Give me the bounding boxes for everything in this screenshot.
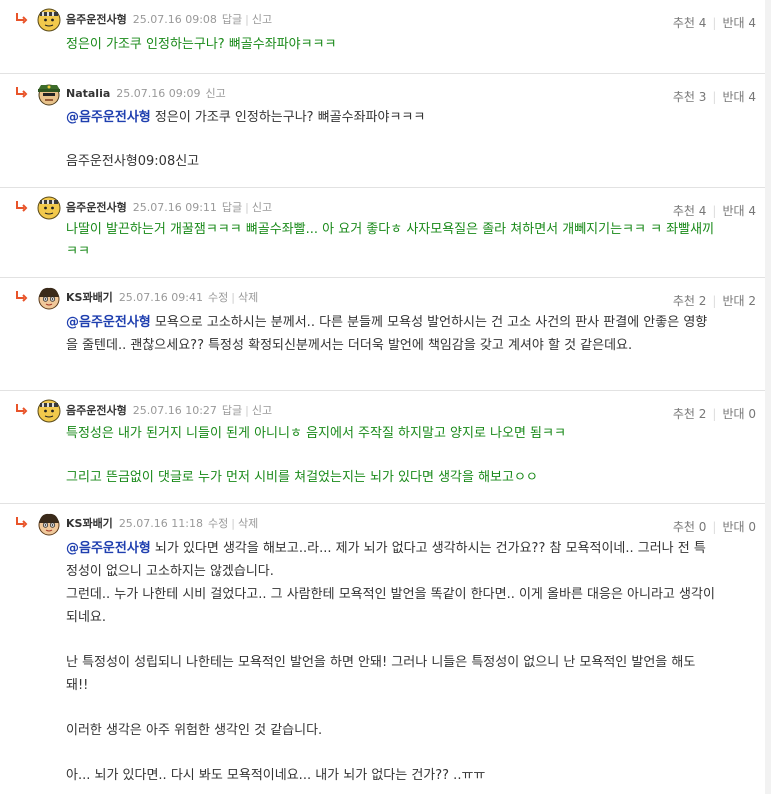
- reply-arrow-icon: [16, 291, 28, 302]
- reply-link[interactable]: 답글: [222, 201, 242, 214]
- scrollbar[interactable]: [765, 0, 771, 794]
- comment-text: 아... 뇌가 있다면.. 다시 봐도 모욕적이네요... 내가 뇌가 없다는 …: [66, 768, 486, 783]
- downvote-count: 2: [748, 294, 756, 308]
- soldier-avatar-icon: [38, 84, 60, 106]
- comment-text: 뇌가 있다면 생각을 해보고..라... 제가 뇌가 없다고 생각하시는 건가요…: [66, 541, 715, 625]
- gamer-avatar-icon: [38, 513, 60, 536]
- reply-arrow-icon: [16, 404, 28, 415]
- upvote-button[interactable]: 추천 4: [673, 204, 707, 218]
- mention-link[interactable]: @음주운전사형: [66, 541, 151, 556]
- mention-link[interactable]: @음주운전사형: [66, 110, 151, 125]
- downvote-count: 4: [748, 204, 756, 218]
- comment-body: @음주운전사형 뇌가 있다면 생각을 해보고..라... 제가 뇌가 없다고 생…: [66, 537, 716, 787]
- reply-arrow-icon: [16, 201, 28, 212]
- comment-text: 난 특정성이 성립되니 나한테는 모욕적인 발언을 하면 안돼! 그러나 니들은…: [66, 655, 696, 693]
- comment-text: 그리고 뜬금없이 댓글로 누가 먼저 시비를 쳐걸었는지는 뇌가 있다면 생각을…: [66, 470, 538, 485]
- downvote-button[interactable]: 반대 2: [722, 294, 756, 308]
- comment-text: 특정성은 내가 된거지 니들이 된게 아니니ㅎ 음지에서 주작질 하지말고 양지…: [66, 426, 566, 441]
- vote-box: 추천 4 | 반대 4: [672, 16, 756, 30]
- comment-body: 정은이 가조쿠 인정하는구나? 뼈골수좌파야ㅋㅋㅋ: [66, 34, 726, 56]
- downvote-button[interactable]: 반대 0: [722, 407, 756, 421]
- upvote-count: 0: [698, 520, 707, 534]
- comment-body: @음주운전사형 정은이 가조쿠 인정하는구나? 뼈골수좌파야ㅋㅋㅋ 음주운전사형…: [66, 107, 726, 173]
- author-name[interactable]: Natalia: [66, 87, 110, 100]
- comment-text: 모욕으로 고소하시는 분께서.. 다른 분들께 모욕성 발언하시는 건 고소 사…: [66, 315, 708, 353]
- report-link[interactable]: 신고: [252, 201, 272, 214]
- downvote-count: 4: [748, 90, 756, 104]
- comment-meta: 음주운전사형 25.07.16 10:27 답글 | 신고: [66, 404, 273, 417]
- comment-meta: Natalia 25.07.16 09:09 신고: [66, 86, 226, 102]
- upvote-count: 3: [698, 90, 707, 104]
- comment-date: 25.07.16 09:41: [118, 291, 203, 304]
- vote-box: 추천 2 | 반대 2: [672, 294, 756, 308]
- reply-arrow-icon: [16, 87, 28, 98]
- comment-item: 음주운전사형 25.07.16 09:11 답글 | 신고 추천 4 | 반대 4 나딸이 …: [0, 188, 765, 278]
- prisoner-avatar-icon: [37, 8, 61, 32]
- gamer-avatar-icon: [38, 287, 60, 310]
- mention-link[interactable]: @음주운전사형: [66, 315, 151, 330]
- report-link[interactable]: 신고: [205, 87, 225, 100]
- downvote-count: 0: [748, 407, 756, 421]
- delete-link[interactable]: 삭제: [238, 291, 258, 304]
- author-name[interactable]: 음주운전사형: [66, 13, 127, 26]
- downvote-button[interactable]: 반대 4: [722, 90, 756, 104]
- comment-body: @음주운전사형 모욕으로 고소하시는 분께서.. 다른 분들께 모욕성 발언하시…: [66, 311, 716, 357]
- upvote-count: 4: [698, 204, 707, 218]
- upvote-button[interactable]: 추천 2: [673, 407, 707, 421]
- prisoner-avatar-icon: [37, 196, 61, 220]
- reply-link[interactable]: 답글: [222, 404, 242, 417]
- comment-item: Natalia 25.07.16 09:09 신고 추천 3 | 반대 4 @음주운전사…: [0, 74, 765, 188]
- report-link[interactable]: 신고: [252, 404, 272, 417]
- comment-date: 25.07.16 11:18: [118, 517, 203, 530]
- downvote-button[interactable]: 반대 4: [722, 16, 756, 30]
- comment-meta: 음주운전사형 25.07.16 09:11 답글 | 신고: [66, 201, 273, 214]
- report-link[interactable]: 신고: [252, 13, 272, 26]
- downvote-button[interactable]: 반대 0: [722, 520, 756, 534]
- comment-text: 이러한 생각은 아주 위험한 생각인 것 같습니다.: [66, 723, 323, 738]
- comment-body: 나딸이 발끈하는거 개꿀잼ㅋㅋㅋ 뼈골수좌빨... 아 요거 좋다ㅎ 사자모욕질…: [66, 219, 716, 263]
- comment-text: 음주운전사형09:08신고: [66, 154, 200, 169]
- comment-meta: 음주운전사형 25.07.16 09:08 답글 | 신고: [66, 13, 273, 26]
- comment-body: 특정성은 내가 된거지 니들이 된게 아니니ㅎ 음지에서 주작질 하지말고 양지…: [66, 423, 726, 489]
- downvote-button[interactable]: 반대 4: [722, 204, 756, 218]
- upvote-count: 4: [698, 16, 707, 30]
- comment-text: 정은이 가조쿠 인정하는구나? 뼈골수좌파야ㅋㅋㅋ: [66, 37, 337, 52]
- delete-link[interactable]: 삭제: [238, 517, 258, 530]
- upvote-count: 2: [698, 407, 707, 421]
- vote-box: 추천 0 | 반대 0: [672, 520, 756, 534]
- reply-link[interactable]: 답글: [222, 13, 242, 26]
- author-name[interactable]: 음주운전사형: [66, 201, 127, 214]
- upvote-button[interactable]: 추천 2: [673, 294, 707, 308]
- prisoner-avatar-icon: [37, 399, 61, 423]
- comment-item: KS꽈배기 25.07.16 11:18 수정 | 삭제 추천 0 | 반대 0 @음주운전…: [0, 504, 765, 794]
- downvote-count: 4: [748, 16, 756, 30]
- comment-text: 나딸이 발끈하는거 개꿀잼ㅋㅋㅋ 뼈골수좌빨... 아 요거 좋다ㅎ 사자모욕질…: [66, 222, 715, 259]
- edit-link[interactable]: 수정: [208, 517, 228, 530]
- author-name[interactable]: 음주운전사형: [66, 404, 127, 417]
- upvote-button[interactable]: 추천 4: [673, 16, 707, 30]
- comment-meta: KS꽈배기 25.07.16 11:18 수정 | 삭제: [66, 517, 259, 530]
- comment-text: 정은이 가조쿠 인정하는구나? 뼈골수좌파야ㅋㅋㅋ: [150, 110, 426, 125]
- comment-item: KS꽈배기 25.07.16 09:41 수정 | 삭제 추천 2 | 반대 2 @음주운전…: [0, 278, 765, 391]
- comment-date: 25.07.16 09:08: [132, 13, 217, 26]
- reply-arrow-icon: [16, 517, 28, 528]
- reply-arrow-icon: [16, 13, 28, 24]
- edit-link[interactable]: 수정: [208, 291, 228, 304]
- vote-box: 추천 3 | 반대 4: [672, 90, 756, 104]
- vote-box: 추천 4 | 반대 4: [672, 204, 756, 218]
- comment-date: 25.07.16 09:09: [116, 87, 201, 100]
- author-name[interactable]: KS꽈배기: [66, 517, 113, 530]
- downvote-count: 0: [748, 520, 756, 534]
- author-name[interactable]: KS꽈배기: [66, 291, 113, 304]
- comment-date: 25.07.16 10:27: [132, 404, 217, 417]
- comment-date: 25.07.16 09:11: [132, 201, 217, 214]
- upvote-button[interactable]: 추천 0: [673, 520, 707, 534]
- vote-box: 추천 2 | 반대 0: [672, 407, 756, 421]
- upvote-count: 2: [698, 294, 707, 308]
- upvote-button[interactable]: 추천 3: [673, 90, 707, 104]
- comment-item: 음주운전사형 25.07.16 10:27 답글 | 신고 추천 2 | 반대 0 특정성은…: [0, 391, 765, 504]
- comment-meta: KS꽈배기 25.07.16 09:41 수정 | 삭제: [66, 291, 259, 304]
- comment-item: 음주운전사형 25.07.16 09:08 답글 | 신고 추천 4 | 반대 4 정은이 …: [0, 0, 765, 74]
